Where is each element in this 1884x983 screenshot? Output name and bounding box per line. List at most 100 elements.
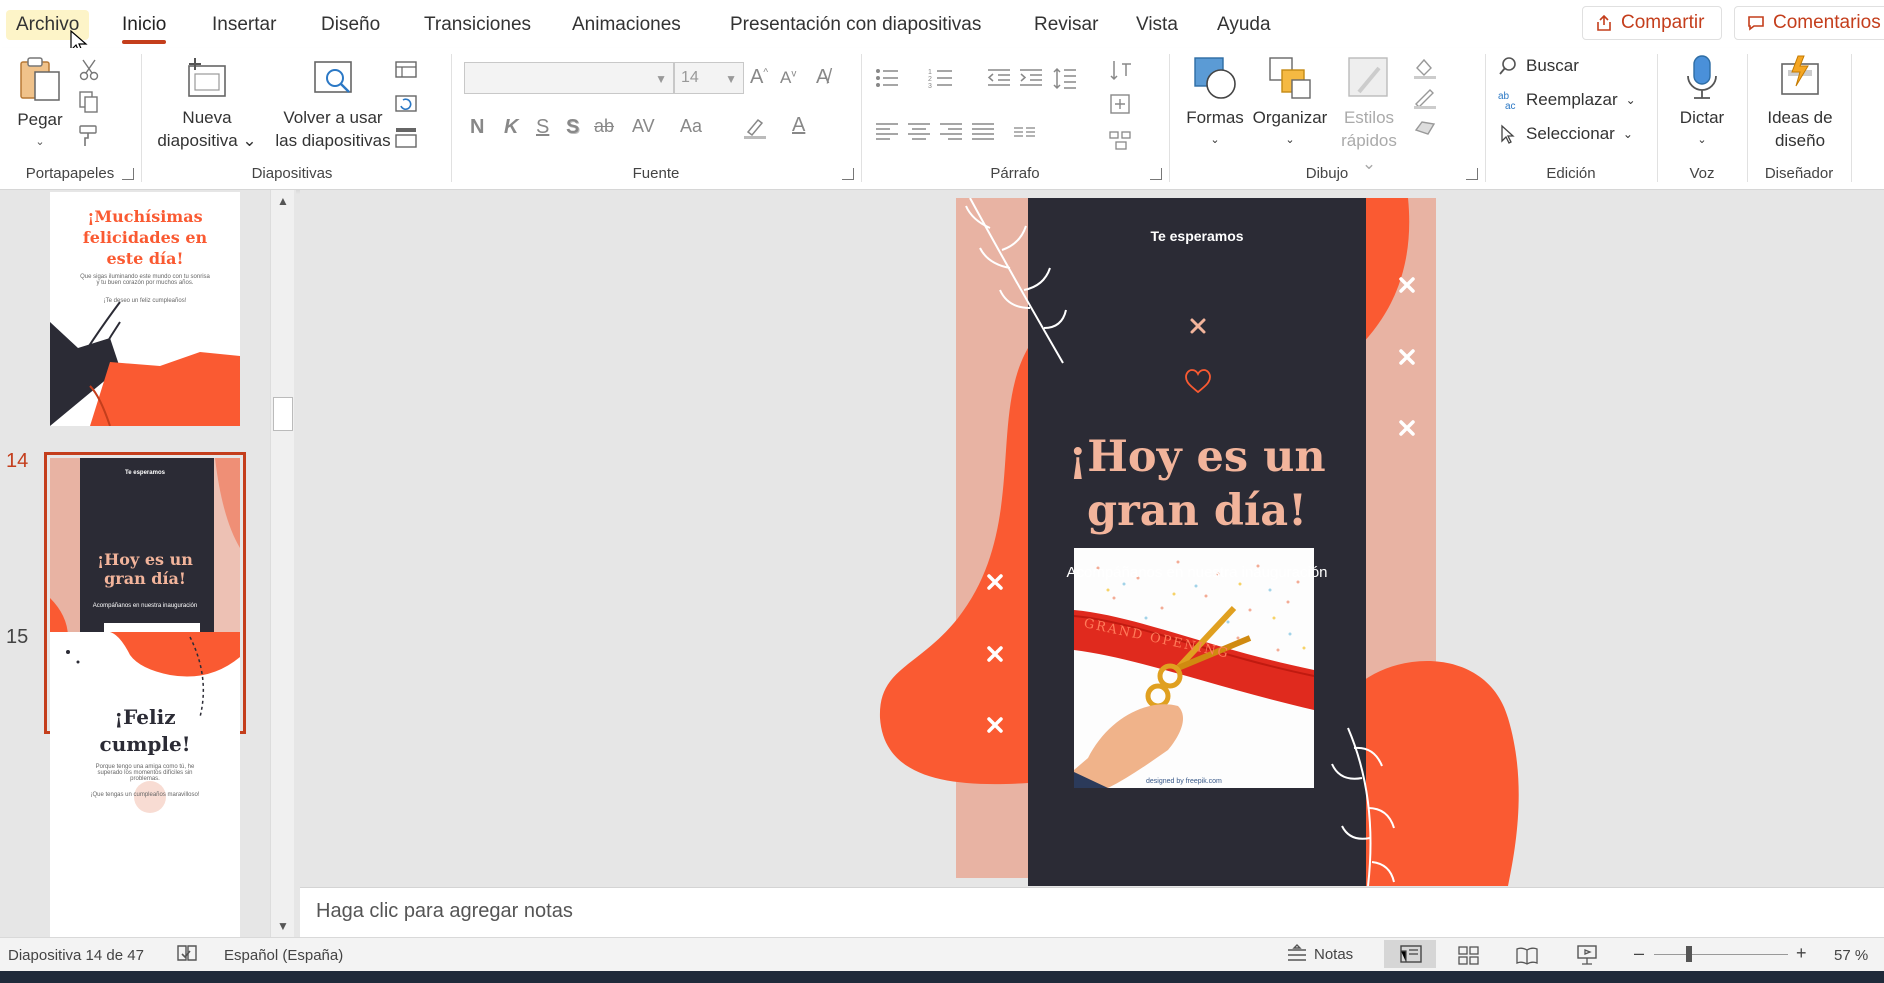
- clipboard-dialog-launcher[interactable]: [122, 168, 134, 180]
- text-direction-icon[interactable]: [1108, 58, 1134, 82]
- align-text-icon[interactable]: [1108, 92, 1134, 116]
- thumbnail-14-title: ¡Hoy es un gran día!: [97, 550, 193, 588]
- numbering-icon[interactable]: 123: [928, 66, 954, 90]
- font-name-combobox[interactable]: ▼: [464, 62, 674, 94]
- zoom-slider[interactable]: [1654, 954, 1788, 955]
- replace-label: Reemplazar: [1526, 90, 1618, 109]
- zoom-out-button[interactable]: –: [1634, 943, 1644, 964]
- dictate-button[interactable]: Dictar ⌄: [1662, 54, 1742, 152]
- line-spacing-icon[interactable]: [1052, 66, 1078, 90]
- format-painter-icon[interactable]: [76, 124, 102, 148]
- tab-home[interactable]: Inicio: [122, 14, 167, 44]
- slide-header[interactable]: Te esperamos: [1028, 228, 1366, 244]
- reuse-label-2: las diapositivas: [275, 131, 391, 150]
- find-button[interactable]: Buscar: [1498, 56, 1579, 76]
- paragraph-dialog-launcher[interactable]: [1150, 168, 1162, 180]
- accessibility-check-icon[interactable]: [176, 944, 198, 964]
- font-color-icon[interactable]: A: [792, 114, 805, 137]
- align-left-icon[interactable]: [874, 120, 900, 144]
- justify-icon[interactable]: [970, 120, 996, 144]
- clipboard-group-label: Portapapeles: [25, 165, 115, 182]
- designer-group-label: Diseñador: [1764, 165, 1834, 182]
- slideshow-view-icon[interactable]: [1576, 944, 1598, 966]
- scroll-down-icon[interactable]: ▼: [271, 915, 295, 937]
- tab-slideshow[interactable]: Presentación con diapositivas: [730, 14, 981, 36]
- cut-icon[interactable]: [76, 58, 102, 82]
- comments-button[interactable]: Comentarios: [1734, 6, 1884, 40]
- smartart-icon[interactable]: [1108, 128, 1134, 152]
- shape-effects-icon[interactable]: [1412, 116, 1438, 140]
- columns-icon[interactable]: [1012, 120, 1038, 144]
- decrease-indent-icon[interactable]: [986, 66, 1012, 90]
- select-button[interactable]: Seleccionar ⌄: [1498, 124, 1633, 144]
- slide-title[interactable]: ¡Hoy es un gran día!: [1028, 430, 1366, 538]
- scroll-up-icon[interactable]: ▲: [271, 190, 295, 212]
- strikethrough-button[interactable]: ab: [594, 116, 614, 137]
- replace-button[interactable]: ab ac Reemplazar ⌄: [1498, 90, 1636, 110]
- notes-toggle-button[interactable]: Notas: [1286, 944, 1353, 964]
- font-dialog-launcher[interactable]: [842, 168, 854, 180]
- reuse-slides-button[interactable]: Volver a usar las diapositivas: [268, 56, 398, 152]
- slide-title-line-1: ¡Hoy es un: [1068, 432, 1326, 482]
- notes-placeholder: Haga clic para agregar notas: [316, 900, 573, 922]
- slide-thumbnail-13[interactable]: ¡Muchísimas felicidades en este día! Que…: [50, 192, 240, 426]
- tab-design[interactable]: Diseño: [321, 14, 380, 36]
- current-slide[interactable]: Te esperamos ¡Hoy es un gran día! Acompá…: [878, 197, 1558, 887]
- layout-icon[interactable]: [394, 58, 420, 82]
- character-spacing-button[interactable]: AV: [632, 116, 655, 137]
- shape-fill-icon[interactable]: [1412, 56, 1438, 80]
- zoom-in-button[interactable]: +: [1796, 943, 1807, 964]
- paste-button[interactable]: Pegar ⌄: [10, 56, 70, 154]
- reading-view-icon[interactable]: [1516, 946, 1538, 966]
- italic-button[interactable]: K: [504, 116, 518, 139]
- os-taskbar: [0, 971, 1884, 983]
- bold-button[interactable]: N: [470, 116, 484, 139]
- drawing-dialog-launcher[interactable]: [1466, 168, 1478, 180]
- thumbnail-13-footer: ¡Te deseo un feliz cumpleaños!: [103, 298, 187, 304]
- bullets-icon[interactable]: [874, 66, 900, 90]
- separator: [1851, 54, 1852, 182]
- zoom-level[interactable]: 57 %: [1834, 947, 1868, 964]
- align-center-icon[interactable]: [906, 120, 932, 144]
- replace-icon: abac: [1498, 91, 1516, 110]
- shadow-button[interactable]: S: [566, 116, 579, 139]
- tab-animations[interactable]: Animaciones: [572, 14, 681, 36]
- increase-indent-icon[interactable]: [1018, 66, 1044, 90]
- ribbon-tab-bar: Archivo Inicio Insertar Diseño Transicio…: [0, 0, 1884, 55]
- section-icon[interactable]: [394, 126, 420, 150]
- change-case-button[interactable]: Aa: [680, 116, 702, 137]
- design-ideas-button[interactable]: Ideas de diseño: [1752, 54, 1848, 152]
- tab-review[interactable]: Revisar: [1034, 14, 1098, 36]
- slide-sorter-icon[interactable]: [1458, 946, 1480, 966]
- shape-outline-icon[interactable]: [1412, 86, 1438, 110]
- decrease-font-icon[interactable]: Av: [780, 68, 796, 88]
- scrollbar-thumb[interactable]: [273, 397, 293, 431]
- paste-label: Pegar: [17, 110, 63, 129]
- font-size-combobox[interactable]: 14 ▼: [674, 62, 744, 94]
- reset-slide-icon[interactable]: [394, 92, 420, 116]
- language-indicator[interactable]: Español (España): [224, 947, 343, 964]
- tab-help[interactable]: Ayuda: [1217, 14, 1271, 36]
- tab-transitions[interactable]: Transiciones: [424, 14, 531, 36]
- notes-pane[interactable]: Haga clic para agregar notas: [300, 887, 1884, 937]
- arrange-button[interactable]: Organizar ⌄: [1248, 54, 1332, 152]
- new-slide-button[interactable]: Nueva diapositiva ⌄: [152, 56, 262, 152]
- share-button[interactable]: Compartir: [1582, 6, 1722, 40]
- copy-icon[interactable]: [76, 90, 102, 114]
- tab-view[interactable]: Vista: [1136, 14, 1178, 36]
- highlight-icon[interactable]: [742, 116, 768, 140]
- slide-subtitle[interactable]: Acompáñanos en nuestra inauguración: [1028, 564, 1366, 581]
- underline-button[interactable]: S: [536, 116, 549, 139]
- clear-formatting-icon[interactable]: A̸: [816, 66, 829, 89]
- tab-insert[interactable]: Insertar: [212, 14, 276, 36]
- chevron-down-icon: ⌄: [1622, 127, 1633, 141]
- align-right-icon[interactable]: [938, 120, 964, 144]
- zoom-slider-thumb[interactable]: [1686, 946, 1692, 962]
- thumbnail-scrollbar[interactable]: ▲ ▼: [270, 190, 294, 937]
- slide-thumbnail-15[interactable]: ¡Feliz cumple! Porque tengo una amiga co…: [50, 632, 240, 937]
- thumbnail-15-art: [50, 632, 240, 937]
- quick-styles-button[interactable]: Estilos rápidos ⌄: [1334, 54, 1404, 175]
- increase-font-icon[interactable]: A^: [750, 66, 768, 89]
- shapes-button[interactable]: Formas ⌄: [1180, 54, 1250, 152]
- normal-view-button[interactable]: [1384, 940, 1436, 968]
